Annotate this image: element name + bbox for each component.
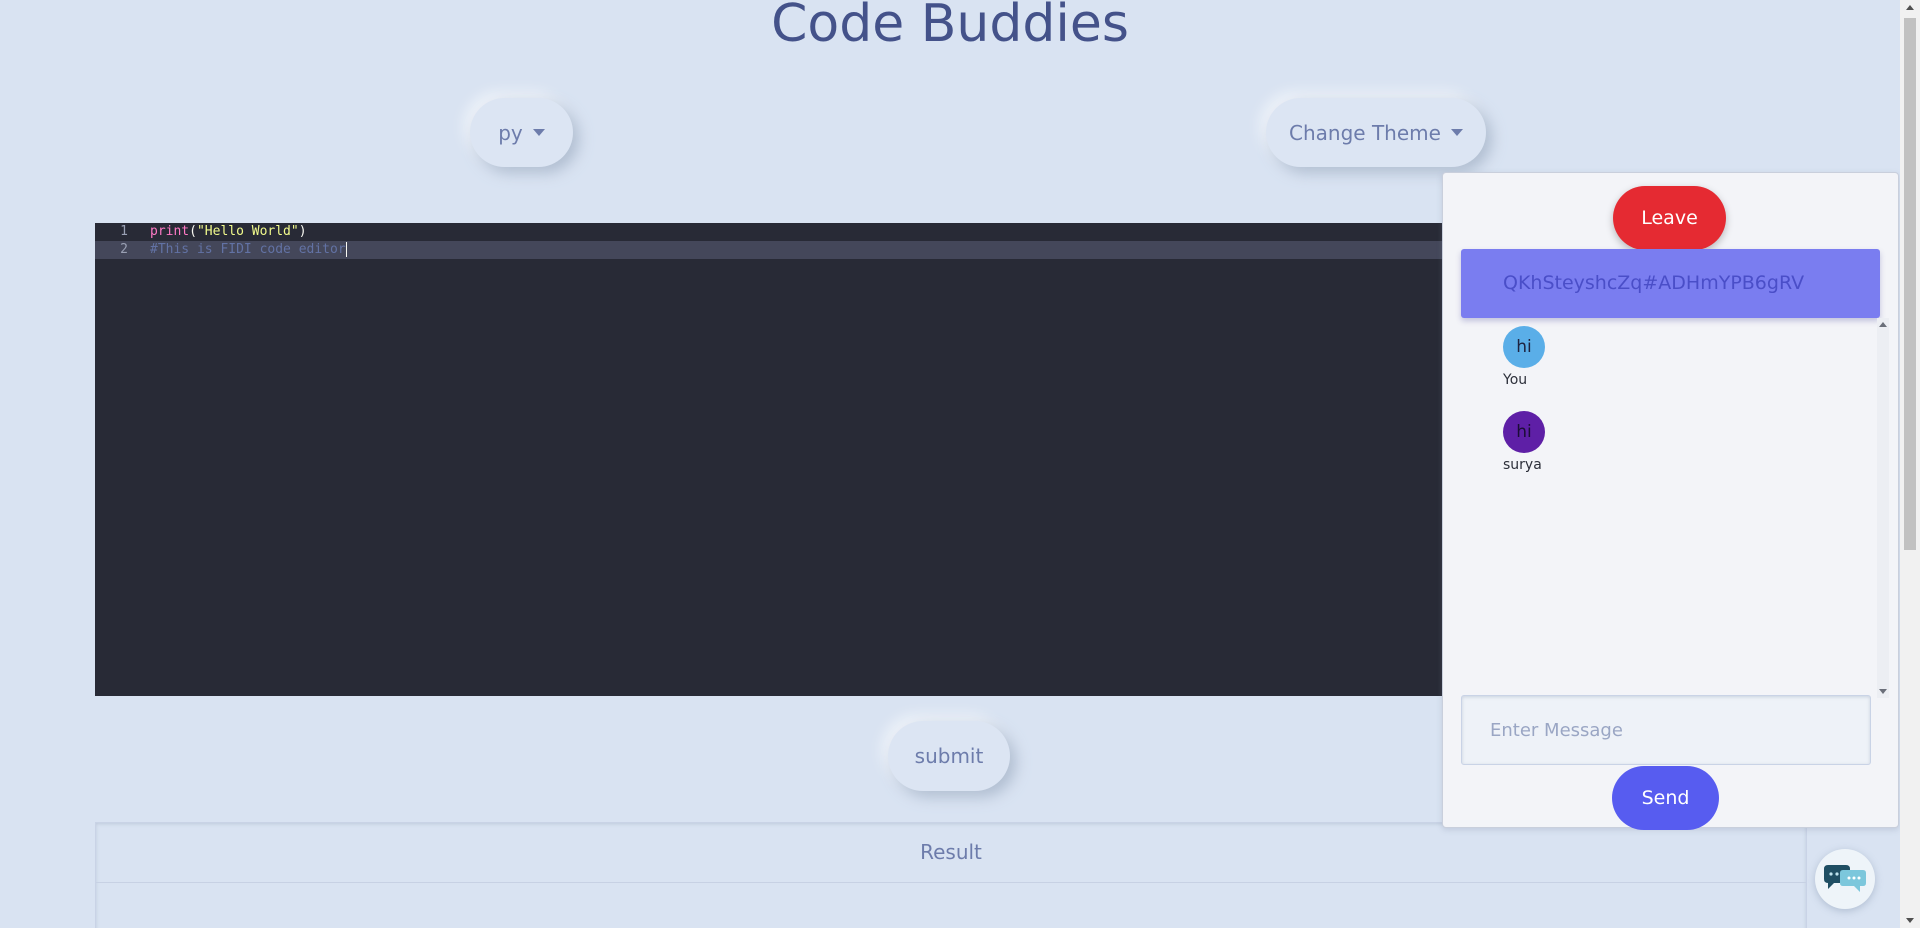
message-sender: surya xyxy=(1503,457,1542,473)
message-bubble: hi xyxy=(1503,326,1545,368)
chat-panel: Leave QKhSteyshcZq#ADHmYPB6gRV hi You hi… xyxy=(1442,172,1899,830)
scroll-up-icon[interactable] xyxy=(1879,322,1887,327)
leave-button[interactable]: Leave xyxy=(1613,186,1726,250)
result-header: Result xyxy=(96,823,1806,883)
chevron-down-icon xyxy=(1450,129,1463,136)
code-text: print("Hello World") xyxy=(150,223,307,241)
chevron-down-icon xyxy=(532,129,545,136)
submit-label: submit xyxy=(914,744,984,768)
message-bubble: hi xyxy=(1503,411,1545,453)
message-list[interactable]: hi You hi surya xyxy=(1461,318,1889,698)
message-sender: You xyxy=(1503,372,1528,388)
code-token-paren: ) xyxy=(298,224,307,239)
submit-button[interactable]: submit xyxy=(888,721,1010,791)
code-text: #This is FIDI code editor xyxy=(150,241,347,259)
scrollbar-thumb[interactable] xyxy=(1904,18,1916,550)
text-cursor xyxy=(345,242,347,257)
chat-toggle-button[interactable] xyxy=(1815,849,1875,909)
result-panel: Result xyxy=(95,822,1807,928)
language-dropdown[interactable]: py xyxy=(470,98,573,167)
line-number: 1 xyxy=(120,224,128,239)
code-token-comment: #This is FIDI code editor xyxy=(150,242,346,257)
message-scrollbar[interactable] xyxy=(1877,318,1889,698)
chat-bubbles-icon xyxy=(1824,865,1866,892)
code-editor[interactable]: 1 print("Hello World") 2 #This is FIDI c… xyxy=(95,223,1442,696)
code-token-paren: ( xyxy=(189,224,197,239)
page-scrollbar[interactable] xyxy=(1900,0,1920,928)
page-title: Code Buddies xyxy=(771,0,1129,54)
change-theme-dropdown[interactable]: Change Theme xyxy=(1266,98,1486,167)
message-input[interactable] xyxy=(1461,695,1871,765)
message-item: hi You xyxy=(1503,326,1545,388)
editor-line-active: 2 #This is FIDI code editor xyxy=(95,241,1442,259)
editor-line: 1 print("Hello World") xyxy=(95,223,1442,241)
message-item: hi surya xyxy=(1503,411,1545,473)
code-token-function: print xyxy=(150,224,190,239)
room-id-banner: QKhSteyshcZq#ADHmYPB6gRV xyxy=(1461,249,1880,318)
scroll-down-icon[interactable] xyxy=(1906,918,1914,923)
theme-label: Change Theme xyxy=(1289,120,1441,145)
scroll-up-icon[interactable] xyxy=(1906,5,1914,10)
send-button[interactable]: Send xyxy=(1612,766,1719,830)
scroll-down-icon[interactable] xyxy=(1879,689,1887,694)
code-token-string: "Hello World" xyxy=(196,224,299,239)
page: Code Buddies py Change Theme 1 print("He… xyxy=(0,0,1920,928)
language-label: py xyxy=(498,120,523,145)
line-number: 2 xyxy=(120,242,128,257)
